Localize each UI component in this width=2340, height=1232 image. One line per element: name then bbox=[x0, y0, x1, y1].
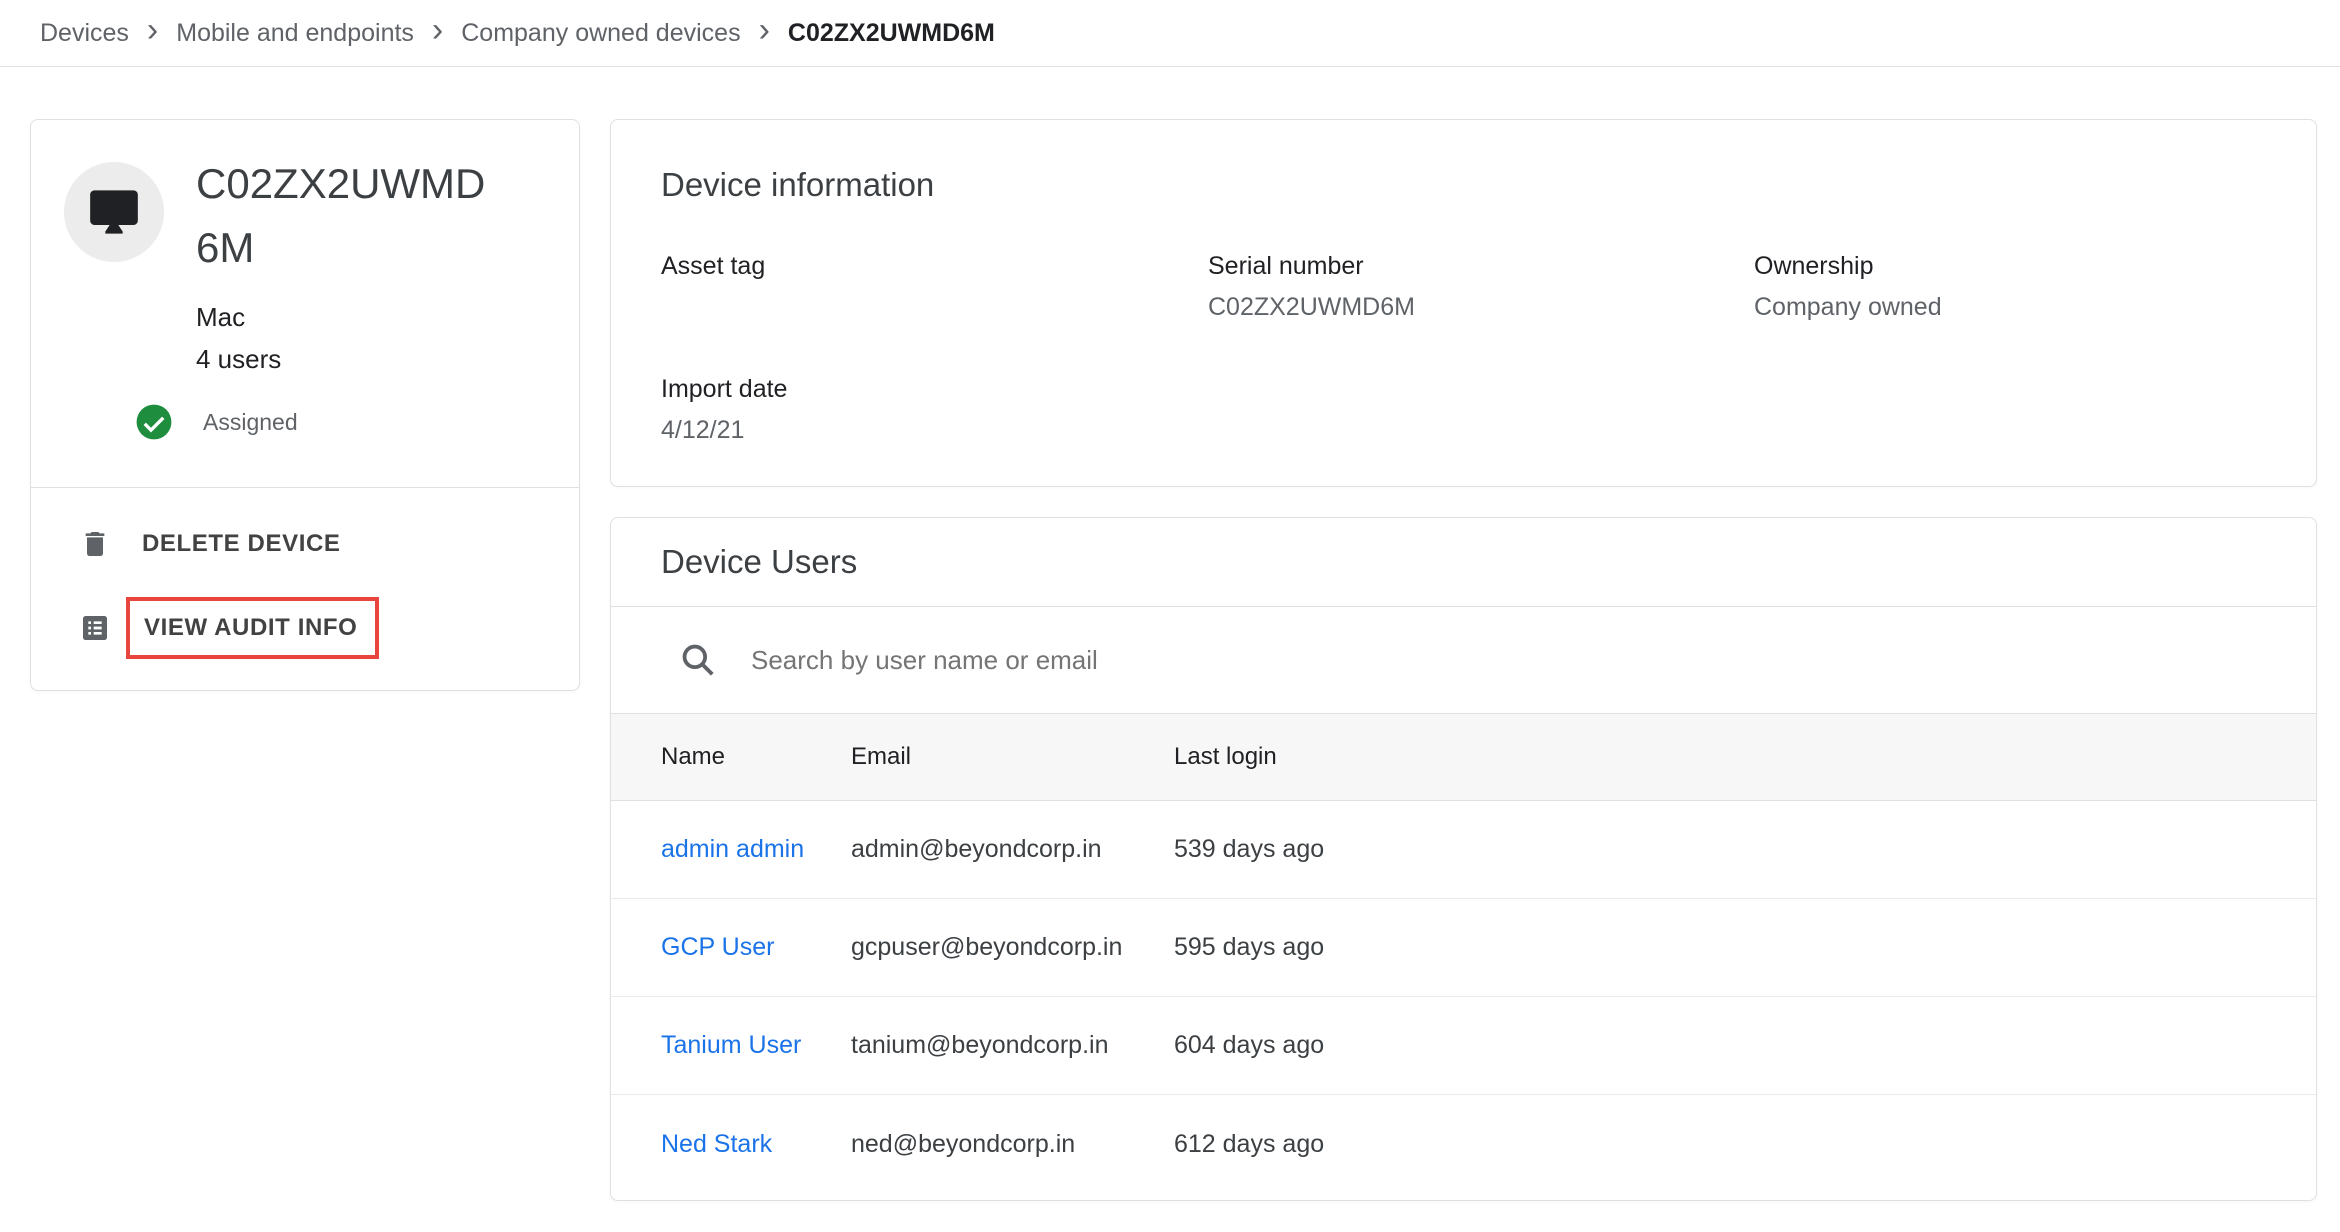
user-email: gcpuser@beyondcorp.in bbox=[851, 933, 1174, 962]
chevron-right-icon: › bbox=[147, 13, 158, 53]
import-date-label: Import date bbox=[661, 375, 1208, 404]
device-avatar bbox=[64, 162, 164, 262]
breadcrumb: Devices › Mobile and endpoints › Company… bbox=[0, 0, 2340, 67]
check-circle-icon bbox=[135, 403, 173, 441]
column-header-last-login: Last login bbox=[1174, 743, 2316, 771]
import-date-value: 4/12/21 bbox=[661, 416, 1208, 446]
asset-tag-value bbox=[661, 293, 1208, 323]
user-email: ned@beyondcorp.in bbox=[851, 1130, 1174, 1159]
user-email: admin@beyondcorp.in bbox=[851, 835, 1174, 864]
field-ownership: Ownership Company owned bbox=[1754, 252, 2266, 323]
chevron-right-icon: › bbox=[759, 13, 770, 53]
table-row: GCP User gcpuser@beyondcorp.in 595 days … bbox=[611, 899, 2316, 997]
device-status: Assigned bbox=[135, 403, 298, 441]
breadcrumb-item-company-owned[interactable]: Company owned devices bbox=[461, 19, 740, 48]
user-last-login: 595 days ago bbox=[1174, 933, 2316, 962]
user-name-link[interactable]: Tanium User bbox=[661, 1031, 851, 1060]
status-badge: Assigned bbox=[203, 409, 298, 436]
user-name-link[interactable]: GCP User bbox=[661, 933, 851, 962]
serial-number-value: C02ZX2UWMD6M bbox=[1208, 293, 1754, 323]
field-serial-number: Serial number C02ZX2UWMD6M bbox=[1208, 252, 1754, 323]
user-last-login: 612 days ago bbox=[1174, 1130, 2316, 1159]
annotation-highlight-box: VIEW AUDIT INFO bbox=[126, 597, 379, 659]
ownership-value: Company owned bbox=[1754, 293, 2266, 323]
search-icon bbox=[679, 641, 717, 679]
view-audit-info-button[interactable]: VIEW AUDIT INFO bbox=[31, 586, 579, 670]
device-title: C02ZX2UWMD6M bbox=[196, 152, 508, 280]
table-row: Ned Stark ned@beyondcorp.in 612 days ago bbox=[611, 1095, 2316, 1193]
audit-list-icon bbox=[79, 612, 111, 644]
column-header-name: Name bbox=[661, 743, 851, 771]
user-last-login: 604 days ago bbox=[1174, 1031, 2316, 1060]
search-input[interactable] bbox=[751, 645, 1851, 676]
user-name-link[interactable]: Ned Stark bbox=[661, 1130, 851, 1159]
asset-tag-label: Asset tag bbox=[661, 252, 1208, 281]
view-audit-info-label: VIEW AUDIT INFO bbox=[144, 614, 357, 642]
field-asset-tag: Asset tag bbox=[661, 252, 1208, 323]
user-last-login: 539 days ago bbox=[1174, 835, 2316, 864]
desktop-monitor-icon bbox=[88, 186, 140, 238]
device-information-title: Device information bbox=[611, 120, 2316, 204]
device-users-title: Device Users bbox=[661, 543, 857, 581]
user-email: tanium@beyondcorp.in bbox=[851, 1031, 1174, 1060]
column-header-email: Email bbox=[851, 743, 1174, 771]
breadcrumb-current-device: C02ZX2UWMD6M bbox=[788, 19, 995, 48]
trash-icon bbox=[79, 528, 111, 560]
device-users-count: 4 users bbox=[196, 338, 508, 380]
table-header-row: Name Email Last login bbox=[611, 714, 2316, 801]
chevron-right-icon: › bbox=[432, 13, 443, 53]
serial-number-label: Serial number bbox=[1208, 252, 1754, 281]
table-row: Tanium User tanium@beyondcorp.in 604 day… bbox=[611, 997, 2316, 1095]
breadcrumb-item-mobile-endpoints[interactable]: Mobile and endpoints bbox=[176, 19, 414, 48]
device-type: Mac bbox=[196, 296, 508, 338]
ownership-label: Ownership bbox=[1754, 252, 2266, 281]
device-information-card: Device information Asset tag Serial numb… bbox=[610, 119, 2317, 487]
delete-device-button[interactable]: DELETE DEVICE bbox=[31, 502, 579, 586]
delete-device-label: DELETE DEVICE bbox=[142, 530, 341, 558]
user-name-link[interactable]: admin admin bbox=[661, 835, 851, 864]
device-users-card: Device Users Name Email Last login admin… bbox=[610, 517, 2317, 1201]
field-import-date: Import date 4/12/21 bbox=[661, 375, 1208, 446]
device-summary-card: C02ZX2UWMD6M Mac 4 users Assigned DELETE… bbox=[30, 119, 580, 691]
table-row: admin admin admin@beyondcorp.in 539 days… bbox=[611, 801, 2316, 899]
device-summary-header: C02ZX2UWMD6M Mac 4 users Assigned bbox=[31, 120, 579, 488]
user-search-bar bbox=[611, 607, 2316, 714]
breadcrumb-item-devices[interactable]: Devices bbox=[40, 19, 129, 48]
